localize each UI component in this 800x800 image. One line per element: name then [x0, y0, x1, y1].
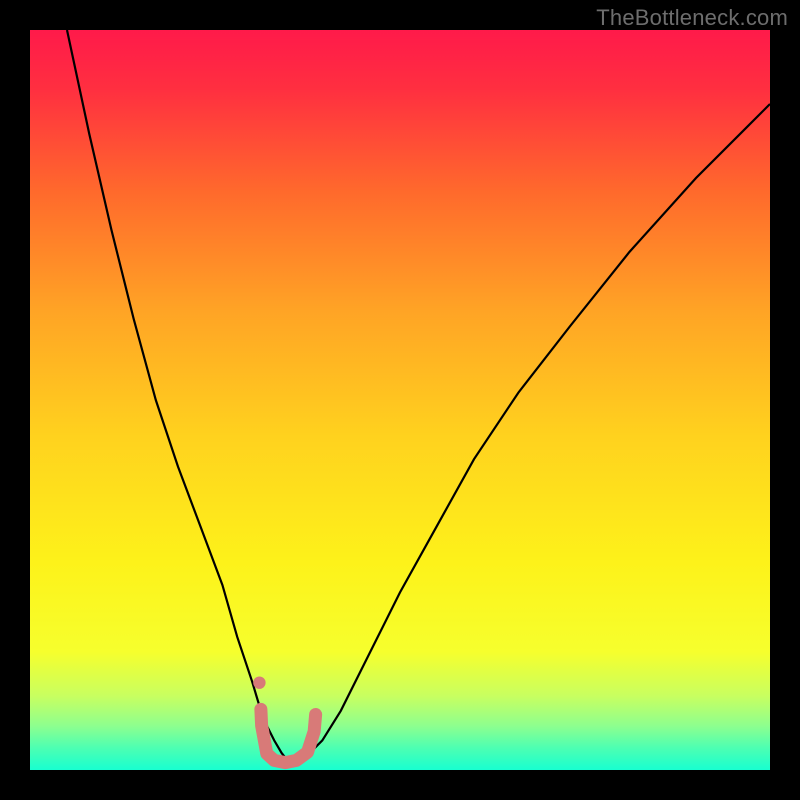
chart-background	[30, 30, 770, 770]
bottleneck-chart	[30, 30, 770, 770]
valley-highlight-entry-dot	[253, 676, 265, 688]
watermark-text: TheBottleneck.com	[596, 5, 788, 31]
chart-frame: TheBottleneck.com	[0, 0, 800, 800]
